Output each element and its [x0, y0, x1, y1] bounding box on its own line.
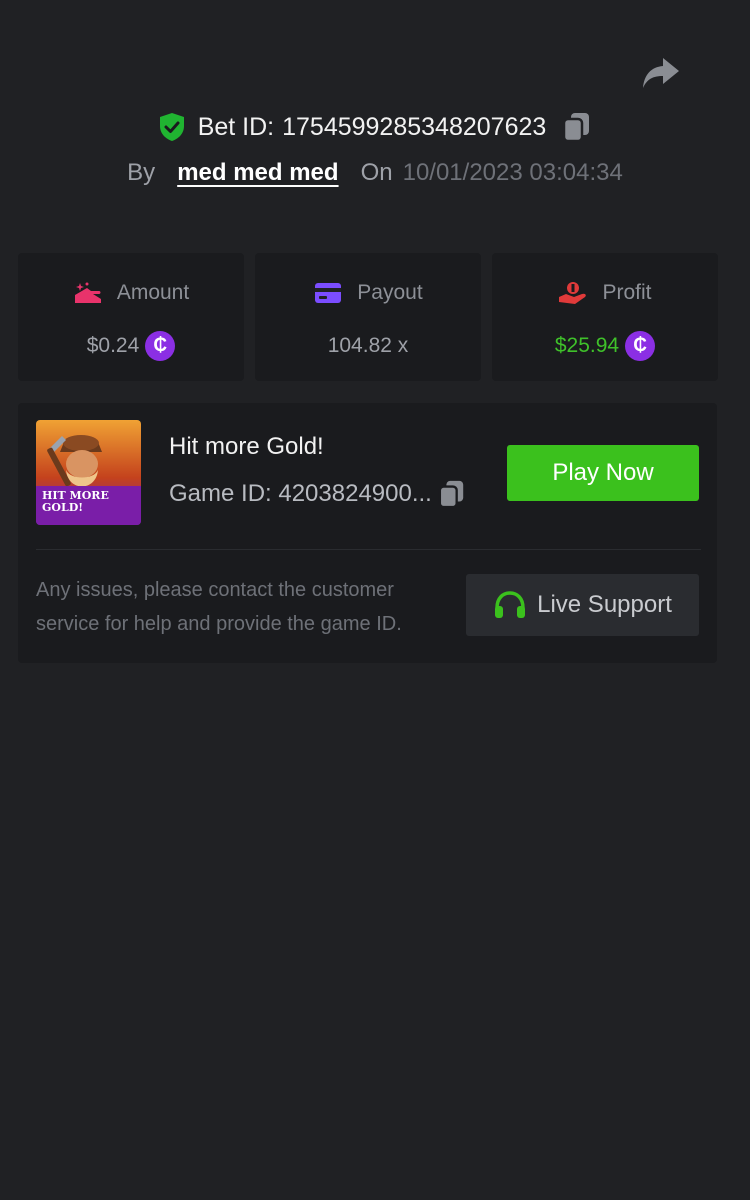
bet-id-row: Bet ID: 1754599285348207623 [0, 110, 750, 144]
bet-stats: Amount $0.24 ₵ Payout 104.82 x Profit $2… [18, 253, 718, 381]
share-arrow-icon [641, 56, 681, 95]
bet-datetime: 10/01/2023 03:04:34 [402, 159, 623, 186]
payout-card: Payout 104.82 x [255, 253, 481, 381]
on-label: On [360, 159, 393, 186]
by-label: By [127, 159, 156, 186]
live-support-label: Live Support [537, 591, 672, 618]
profit-value: $25.94 [554, 334, 620, 357]
game-card: HIT MORE GOLD! Hit more Gold! Game ID: 4… [18, 403, 717, 663]
amount-value: $0.24 [86, 334, 140, 357]
help-text: Any issues, please contact the customer … [36, 579, 402, 635]
game-title: Hit more Gold! [169, 433, 324, 460]
headset-icon [493, 590, 527, 620]
payout-label: Payout [357, 281, 423, 304]
amount-label: Amount [116, 281, 190, 304]
game-thumbnail[interactable]: HIT MORE GOLD! [36, 420, 141, 525]
divider [36, 549, 701, 550]
profit-card: Profit $25.94 ₵ [492, 253, 718, 381]
hand-money-icon [558, 280, 588, 306]
credit-card-icon [313, 280, 343, 306]
bet-id-label: Bet ID: [197, 112, 275, 141]
thumb-title-line2: GOLD! [42, 501, 84, 514]
play-now-button[interactable]: Play Now [507, 445, 699, 501]
copy-icon[interactable] [562, 111, 592, 143]
coins-hand-icon [73, 280, 103, 306]
game-id-row: Game ID: 4203824900... [169, 479, 466, 509]
bet-id-value: 1754599285348207623 [282, 112, 547, 141]
share-button[interactable] [640, 56, 682, 94]
username-link[interactable]: med med med [177, 159, 338, 187]
coin-icon: ₵ [145, 331, 176, 361]
bet-detail-page: Bet ID: 1754599285348207623 By med med m… [0, 0, 750, 1200]
bet-meta-row: By med med med On 10/01/2023 03:04:34 [0, 156, 750, 190]
verified-shield-icon [158, 112, 186, 142]
amount-card: Amount $0.24 ₵ [18, 253, 244, 381]
coin-icon: ₵ [625, 331, 656, 361]
game-id-text: Game ID: 4203824900... [169, 480, 432, 507]
profit-label: Profit [602, 281, 652, 304]
copy-icon[interactable] [438, 479, 466, 509]
payout-value: 104.82 x [327, 334, 409, 357]
live-support-button[interactable]: Live Support [466, 574, 699, 636]
